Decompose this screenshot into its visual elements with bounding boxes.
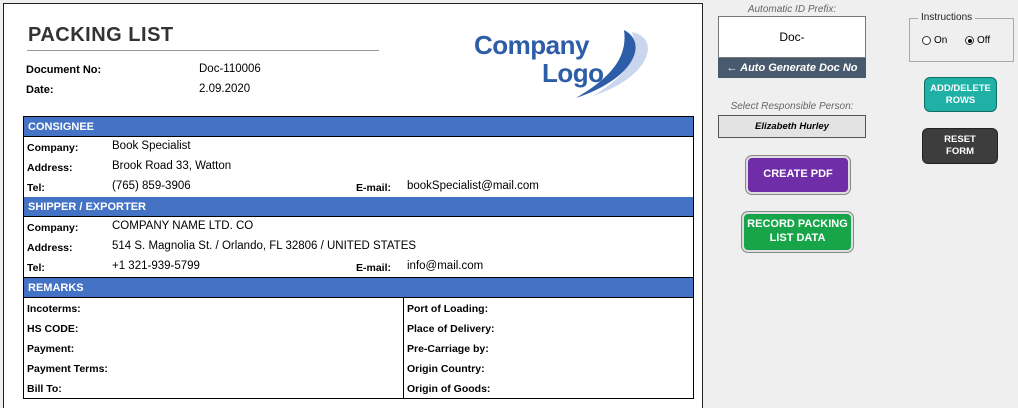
remarks-pre-carriage-label[interactable]: Pre-Carriage by:: [407, 343, 489, 355]
remarks-origin-country-label[interactable]: Origin Country:: [407, 363, 485, 375]
date-label: Date:: [26, 84, 54, 96]
shipper-tel-row: Tel: +1 321-939-5799 E-mail: info@mail.c…: [24, 257, 693, 277]
responsible-person-label: Select Responsible Person:: [730, 101, 854, 112]
remarks-body: Incoterms: HS CODE: Payment: Payment Ter…: [24, 298, 693, 398]
doc-no-label: Document No:: [26, 64, 102, 76]
remarks-place-of-delivery-label[interactable]: Place of Delivery:: [407, 323, 495, 335]
add-rows-line2: ROWS: [945, 94, 976, 106]
instructions-off-label: Off: [977, 35, 991, 46]
consignee-section: CONSIGNEE Company: Book Specialist Addre…: [23, 116, 694, 198]
consignee-email-label: E-mail:: [356, 182, 392, 194]
remarks-origin-of-goods-label[interactable]: Origin of Goods:: [407, 383, 490, 395]
remarks-port-of-loading-label[interactable]: Port of Loading:: [407, 303, 488, 315]
page-title: PACKING LIST: [28, 24, 174, 46]
doc-no-value[interactable]: Doc-110006: [199, 63, 261, 75]
instructions-off-radio[interactable]: Off: [965, 35, 990, 46]
shipper-company-row: Company: COMPANY NAME LTD. CO: [24, 217, 693, 237]
add-delete-rows-button[interactable]: ADD/DELETE ROWS: [924, 77, 997, 112]
record-button-line2: LIST DATA: [769, 232, 826, 244]
company-logo: Company Logo: [472, 28, 662, 102]
title-underline: [27, 50, 379, 51]
remarks-bill-to-label[interactable]: Bill To:: [27, 383, 62, 395]
prefix-label: Automatic ID Prefix:: [747, 4, 837, 15]
record-packing-list-button[interactable]: RECORD PACKING LIST DATA: [742, 212, 853, 252]
consignee-company-label: Company:: [27, 142, 79, 154]
consignee-tel-row: Tel: (765) 859-3906 E-mail: bookSpeciali…: [24, 177, 693, 197]
shipper-section: SHIPPER / EXPORTER Company: COMPANY NAME…: [23, 197, 694, 278]
shipper-address-label: Address:: [27, 242, 73, 254]
responsible-person-select[interactable]: Elizabeth Hurley: [718, 115, 866, 138]
consignee-company-row: Company: Book Specialist: [24, 137, 693, 157]
instructions-group: Instructions On Off: [909, 12, 1014, 62]
remarks-divider: [403, 298, 404, 398]
consignee-address-label: Address:: [27, 162, 73, 174]
remarks-section: REMARKS Incoterms: HS CODE: Payment: Pay…: [23, 278, 694, 399]
remarks-hs-code-label[interactable]: HS CODE:: [27, 323, 78, 335]
auto-generate-doc-no-button[interactable]: ← Auto Generate Doc No: [718, 58, 866, 78]
shipper-company-label: Company:: [27, 222, 79, 234]
remarks-payment-terms-label[interactable]: Payment Terms:: [27, 363, 108, 375]
date-value[interactable]: 2.09.2020: [199, 83, 250, 95]
consignee-heading: CONSIGNEE: [24, 117, 693, 137]
shipper-tel-label: Tel:: [27, 262, 45, 274]
radio-off-selected-icon: [965, 36, 974, 45]
reset-line2: FORM: [946, 146, 974, 157]
consignee-address-value[interactable]: Brook Road 33, Watton: [112, 160, 231, 172]
add-rows-line1: ADD/DELETE: [930, 82, 991, 94]
instructions-on-radio[interactable]: On: [922, 35, 947, 46]
packing-list-sheet: PACKING LIST Document No: Doc-110006 Dat…: [3, 3, 703, 408]
reset-form-button[interactable]: RESET FORM: [922, 128, 998, 164]
consignee-tel-value[interactable]: (765) 859-3906: [112, 180, 191, 192]
remarks-heading: REMARKS: [24, 278, 693, 298]
consignee-company-value[interactable]: Book Specialist: [112, 140, 191, 152]
instructions-title: Instructions: [918, 12, 976, 23]
reset-line1: RESET: [944, 134, 976, 146]
instructions-on-label: On: [934, 35, 948, 46]
remarks-incoterms-label[interactable]: Incoterms:: [27, 303, 81, 315]
shipper-address-row: Address: 514 S. Magnolia St. / Orlando, …: [24, 237, 693, 257]
logo-text-line1: Company: [474, 30, 589, 60]
logo-text-line2: Logo: [542, 58, 604, 88]
shipper-heading: SHIPPER / EXPORTER: [24, 197, 693, 217]
shipper-email-label: E-mail:: [356, 262, 392, 274]
shipper-email-value[interactable]: info@mail.com: [407, 260, 483, 272]
radio-on-icon: [922, 36, 931, 45]
consignee-tel-label: Tel:: [27, 182, 45, 194]
record-button-line1: RECORD PACKING: [747, 218, 848, 231]
remarks-payment-label[interactable]: Payment:: [27, 343, 74, 355]
consignee-email-value[interactable]: bookSpecialist@mail.com: [407, 180, 539, 192]
create-pdf-button[interactable]: CREATE PDF: [746, 156, 850, 194]
shipper-address-value[interactable]: 514 S. Magnolia St. / Orlando, FL 32806 …: [112, 240, 416, 252]
shipper-company-value[interactable]: COMPANY NAME LTD. CO: [112, 220, 253, 232]
shipper-tel-value[interactable]: +1 321-939-5799: [112, 260, 200, 272]
prefix-input[interactable]: Doc-: [718, 16, 866, 58]
consignee-address-row: Address: Brook Road 33, Watton: [24, 157, 693, 177]
